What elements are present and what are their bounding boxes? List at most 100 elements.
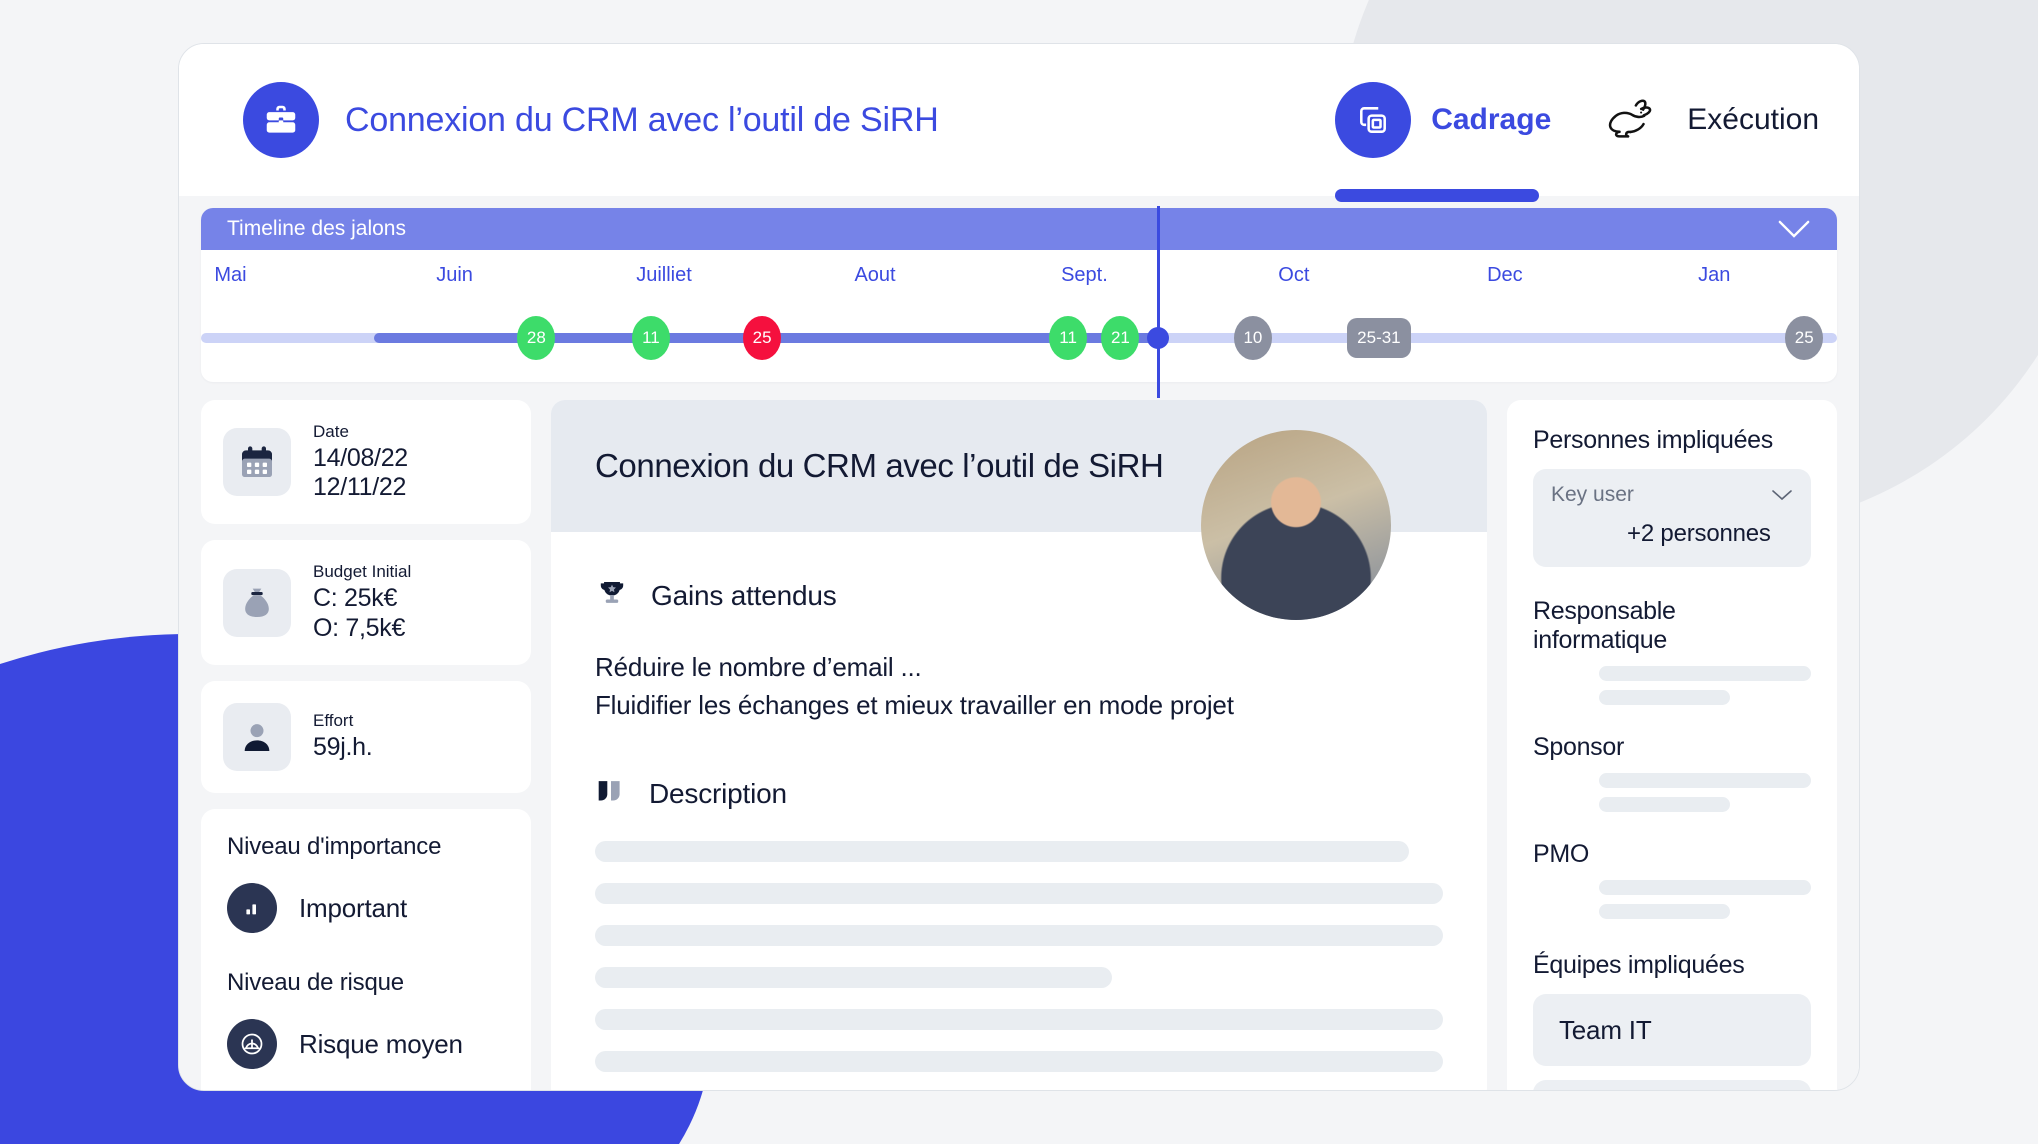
timeline-milestone[interactable]: 25 <box>1785 316 1824 360</box>
key-user-people: +2 personnes <box>1551 517 1793 551</box>
briefcase-icon <box>243 82 319 158</box>
skeleton-line <box>595 925 1443 947</box>
timeline-track: 28 11 25 11 21 10 25-31 25 <box>201 206 1837 398</box>
gain-line-1: Réduire le nombre d’email ... <box>595 652 922 682</box>
main-nav: Cadrage Exécution <box>1335 82 1819 202</box>
timeline-today-marker[interactable] <box>1147 327 1170 349</box>
timeline-month: Sept. <box>1061 264 1108 286</box>
placeholder-bar <box>1599 880 1811 895</box>
skeleton-line <box>595 967 1113 989</box>
left-sidebar: Date 14/08/22 12/11/22 Budget Initial C:… <box>201 400 531 1090</box>
chevron-down-icon[interactable] <box>1771 488 1793 502</box>
timeline-month: Juin <box>436 264 473 286</box>
key-user-select[interactable]: Key user +2 personnes <box>1533 469 1811 567</box>
timeline-section: Timeline des jalons Mai Juin Juilliet Aout S… <box>179 196 1859 398</box>
timeline-header: Timeline des jalons <box>201 208 1837 250</box>
right-sidebar: Personnes impliquées Key user +2 personn… <box>1507 400 1837 1090</box>
timeline-month: Juilliet <box>636 264 692 286</box>
key-user-count: +2 personnes <box>1627 520 1771 547</box>
page-root: Connexion du CRM avec l’outil de SiRH Ca… <box>0 0 2038 1144</box>
placeholder-bar <box>1599 773 1811 788</box>
budget-value-c: C: 25k€ <box>313 584 398 612</box>
gains-title: Gains attendus <box>651 579 837 611</box>
skeleton-line <box>595 841 1410 863</box>
main-title: Connexion du CRM avec l’outil de SiRH <box>595 447 1164 484</box>
role-row[interactable] <box>1533 879 1811 929</box>
budget-card: Budget Initial C: 25k€ O: 7,5k€ <box>201 540 531 665</box>
importance-risk-card: Niveau d'importance Important Niveau de … <box>201 809 531 1090</box>
avatar-stack <box>1551 517 1613 551</box>
date-value-start: 14/08/22 <box>313 443 408 472</box>
role-title: Responsable informatique <box>1533 597 1676 654</box>
role-row[interactable] <box>1533 772 1811 822</box>
risk-row: Risque moyen <box>227 1019 505 1069</box>
role-placeholder-bars <box>1599 666 1811 714</box>
key-user-label: Key user <box>1551 483 1634 506</box>
effort-value: 59j.h. <box>313 733 373 762</box>
timeline-milestone[interactable]: 25 <box>743 316 782 360</box>
skeleton-line <box>595 1051 1443 1073</box>
role-list: Responsable informatique Sponsor PMO <box>1533 597 1811 929</box>
effort-card-text: Effort 59j.h. <box>313 711 373 763</box>
timeline-month: Jan <box>1698 264 1731 286</box>
money-bag-icon <box>223 568 291 637</box>
gain-line-2: Fluidifier les échanges et mieux travail… <box>595 689 1234 720</box>
app-window: Connexion du CRM avec l’outil de SiRH Ca… <box>178 43 1860 1091</box>
description-header: Description <box>595 776 1443 811</box>
importance-title: Niveau d'importance <box>227 833 442 860</box>
timeline-milestone[interactable]: 25-31 <box>1346 318 1411 358</box>
date-card-text: Date 14/08/22 12/11/22 <box>313 422 408 503</box>
timeline-body: Mai Juin Juilliet Aout Sept. Oct Dec Jan 28 11 25… <box>201 206 1837 398</box>
effort-label: Effort <box>313 711 354 731</box>
risk-title: Niveau de risque <box>227 969 404 996</box>
skeleton-line <box>595 883 1443 905</box>
role-title: PMO <box>1533 840 1590 868</box>
teams-title: Équipes impliquées <box>1533 951 1745 979</box>
calendar-icon <box>223 428 291 496</box>
avatar <box>1533 772 1583 822</box>
timeline-title: Timeline des jalons <box>227 217 406 240</box>
timeline-milestone[interactable]: 21 <box>1101 316 1140 360</box>
active-tab-indicator <box>1335 189 1540 202</box>
timeline-month: Aout <box>854 264 896 286</box>
avatar <box>1533 665 1583 715</box>
content-columns: Date 14/08/22 12/11/22 Budget Initial C:… <box>179 382 1859 1090</box>
tab-cadrage[interactable]: Cadrage <box>1335 82 1552 202</box>
timeline-milestone[interactable]: 11 <box>631 316 670 360</box>
page-title: Connexion du CRM avec l’outil de SiRH <box>345 100 939 139</box>
placeholder-bar <box>1599 797 1731 812</box>
effort-card: Effort 59j.h. <box>201 681 531 793</box>
app-header: Connexion du CRM avec l’outil de SiRH Ca… <box>179 44 1859 202</box>
importance-row: Important <box>227 883 505 933</box>
timeline-milestone[interactable]: 28 <box>517 316 556 360</box>
avatar-image <box>1201 430 1391 620</box>
timeline-today-line <box>1157 206 1161 398</box>
placeholder-bar <box>1599 666 1811 681</box>
timeline-month-row: Mai Juin Juilliet Aout Sept. Oct Dec Jan <box>201 250 1837 294</box>
copy-frames-icon <box>1335 82 1412 158</box>
tab-cadrage-label: Cadrage <box>1431 103 1552 136</box>
budget-value-o: O: 7,5k€ <box>313 613 406 642</box>
date-value-end: 12/11/22 <box>313 473 407 501</box>
team-chip[interactable]: Team IT <box>1533 994 1811 1066</box>
role-title: Sponsor <box>1533 733 1625 761</box>
brand: Connexion du CRM avec l’outil de SiRH <box>243 82 939 158</box>
main-content: Gains attendus Réduire le nombre d’email… <box>551 532 1487 1090</box>
tab-execution[interactable]: Exécution <box>1597 94 1819 146</box>
timeline-milestone[interactable]: 10 <box>1233 316 1272 360</box>
chevron-down-icon[interactable] <box>1777 219 1811 239</box>
timeline-month: Mai <box>214 264 247 286</box>
placeholder-bar <box>1599 690 1731 705</box>
risk-value: Risque moyen <box>299 1028 463 1059</box>
skeleton-line <box>595 1009 1443 1031</box>
timeline-milestone[interactable]: 11 <box>1049 316 1088 360</box>
budget-label: Budget Initial <box>313 562 412 581</box>
bar-chart-icon <box>227 883 277 933</box>
role-placeholder-bars <box>1599 773 1811 821</box>
person-icon <box>223 703 291 771</box>
description-title: Description <box>649 777 787 809</box>
team-chip-partial[interactable] <box>1533 1080 1811 1090</box>
role-row[interactable] <box>1533 665 1811 715</box>
trophy-icon <box>595 576 629 615</box>
role-placeholder-bars <box>1599 880 1811 928</box>
